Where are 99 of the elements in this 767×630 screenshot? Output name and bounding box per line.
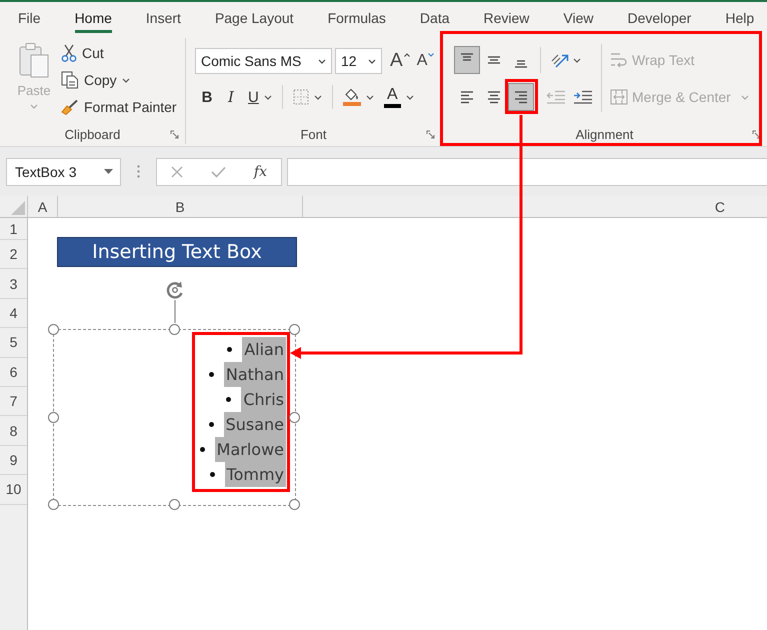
caret-icon (368, 58, 376, 64)
wrap-icon (610, 51, 628, 69)
row-header[interactable]: 5 (0, 328, 27, 358)
list-item: Alian (242, 337, 286, 362)
caret-icon (104, 169, 113, 174)
outdent-icon (546, 90, 566, 104)
bold-button[interactable]: B (195, 84, 219, 110)
bullet-icon (200, 447, 205, 452)
row-header[interactable]: 9 (0, 446, 27, 476)
align-left-icon (460, 90, 474, 104)
cut-button[interactable]: Cut (61, 42, 177, 64)
resize-handle[interactable] (289, 324, 300, 335)
clipboard-icon (19, 42, 49, 78)
row-header[interactable]: 6 (0, 358, 27, 387)
diagonal-arrow-icon (550, 52, 570, 68)
bullet-icon (227, 347, 232, 352)
caret-icon (406, 94, 414, 100)
tab[interactable]: Help (725, 2, 754, 33)
more-icon[interactable] (137, 165, 140, 178)
row-header[interactable]: 2 (0, 240, 27, 270)
shrink-font-button[interactable]: A (416, 48, 436, 74)
tab[interactable]: Insert (146, 2, 181, 33)
font-size-field[interactable]: 12 (335, 48, 382, 74)
tab[interactable]: View (563, 2, 594, 33)
column-header[interactable]: B (58, 196, 303, 217)
row-header[interactable]: 3 (0, 269, 27, 299)
resize-handle[interactable] (48, 324, 59, 335)
top-align-button[interactable] (454, 46, 480, 74)
caret-icon (30, 104, 38, 109)
bullet-icon (226, 397, 232, 402)
font-name-field[interactable]: Comic Sans MS (195, 48, 332, 74)
bullet-icon (208, 372, 214, 377)
bullet-icon (210, 472, 215, 477)
caret-up-icon (404, 53, 410, 57)
column-header[interactable]: A (28, 196, 58, 217)
align-center-icon (487, 90, 501, 104)
tab[interactable]: Data (420, 2, 450, 33)
triangle-icon (11, 201, 25, 215)
formula-input-field[interactable] (287, 158, 767, 186)
row-header[interactable]: 8 (0, 416, 27, 446)
close-icon[interactable] (170, 166, 183, 178)
list-item: Susane (224, 412, 286, 437)
row-header[interactable]: 10 (0, 475, 27, 505)
scissors-icon (61, 44, 77, 62)
list-item: Marlowe (214, 437, 286, 462)
resize-handle[interactable] (289, 412, 300, 422)
resize-handle[interactable] (48, 499, 59, 510)
bullet-icon (208, 422, 214, 427)
grow-font-button[interactable]: A (389, 48, 411, 74)
list-item: Chris (241, 387, 286, 412)
indent-icon (573, 90, 593, 104)
caret-icon (122, 78, 130, 82)
launcher-icon[interactable] (170, 130, 179, 138)
column-header[interactable]: C (303, 196, 767, 217)
tab[interactable]: Page Layout (214, 2, 294, 33)
resize-handle[interactable] (48, 412, 59, 422)
title-cell: Inserting Text Box (57, 237, 297, 267)
border-grid-icon (292, 89, 309, 105)
font-color-button[interactable]: A (378, 84, 419, 110)
list-item: Nathan (224, 362, 286, 387)
checkmark-icon[interactable] (210, 166, 226, 178)
tab[interactable]: Review (484, 2, 530, 33)
row-header[interactable]: 7 (0, 386, 27, 416)
tab[interactable]: File (18, 2, 41, 33)
group-label: Alignment (576, 126, 634, 142)
caret-icon (740, 94, 749, 100)
caret-icon (572, 58, 580, 62)
row-header[interactable]: 4 (0, 298, 27, 328)
group-label: Font (300, 126, 326, 142)
underline-button[interactable]: U (243, 84, 277, 110)
copy-button[interactable]: Copy (61, 69, 177, 91)
caret-icon (366, 94, 374, 100)
list-item: Tommy (224, 462, 286, 487)
align-top-icon (460, 53, 474, 61)
tab[interactable]: Formulas (328, 2, 386, 33)
caret-icon (318, 58, 326, 64)
align-bottom-icon (514, 60, 528, 68)
merge-cells-icon (610, 89, 628, 105)
resize-handle[interactable] (168, 499, 180, 510)
resize-handle[interactable] (168, 324, 180, 335)
caret-icon (264, 94, 272, 100)
caret-icon (314, 94, 322, 100)
insert-function-button[interactable]: fx (254, 164, 267, 180)
group-label: Clipboard (64, 126, 120, 142)
format-painter-button[interactable]: Format Painter (61, 96, 177, 118)
paintbrush-icon (61, 99, 79, 115)
name-box[interactable]: TextBox 3 (6, 158, 121, 186)
launcher-icon[interactable] (426, 130, 435, 138)
caret-down-icon (428, 53, 434, 57)
italic-button[interactable]: I (219, 84, 243, 110)
launcher-icon[interactable] (752, 130, 761, 138)
row-header[interactable]: 1 (0, 218, 27, 240)
color-bar-icon (384, 104, 401, 108)
align-right-icon (514, 90, 528, 104)
resize-handle[interactable] (289, 499, 300, 510)
align-middle-icon (487, 56, 501, 64)
paint-bucket-icon (342, 88, 361, 106)
tab[interactable]: Developer (628, 2, 692, 33)
copy-icon (61, 71, 79, 89)
